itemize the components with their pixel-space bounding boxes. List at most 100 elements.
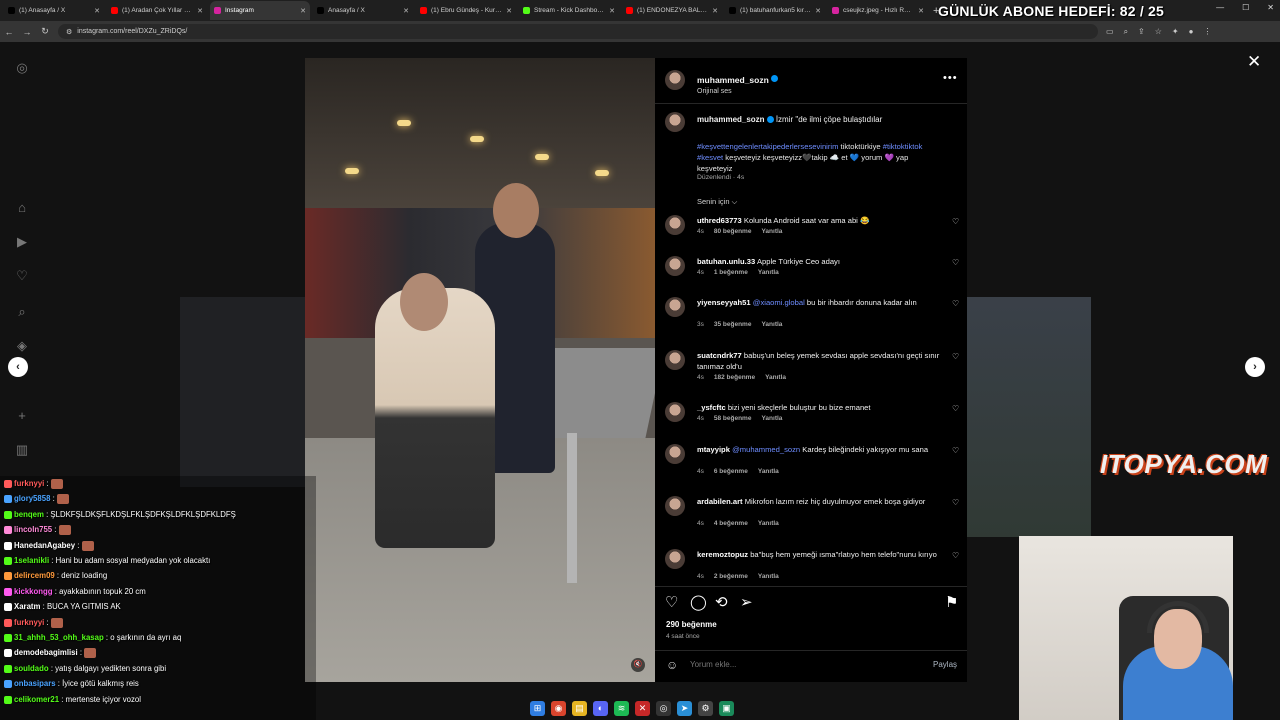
comment-heart-icon[interactable]: ♡ bbox=[952, 498, 959, 507]
comment-heart-icon[interactable]: ♡ bbox=[952, 217, 959, 226]
share-icon[interactable]: ⇪ bbox=[1138, 27, 1145, 37]
commenter-username[interactable]: yiyenseyyah51 bbox=[697, 298, 751, 307]
reel-video[interactable]: 🔇 bbox=[305, 58, 655, 682]
folder-icon[interactable]: ▤ bbox=[572, 700, 587, 716]
close-tab-icon[interactable]: ✕ bbox=[815, 7, 821, 15]
browser-tab[interactable]: Instagram ✕ bbox=[210, 1, 310, 20]
more-options-icon[interactable]: ••• bbox=[943, 72, 958, 84]
comment-mention[interactable]: @xiaomi.global bbox=[753, 298, 805, 307]
close-tab-icon[interactable]: ✕ bbox=[506, 7, 512, 15]
likes-count[interactable]: 290 beğenme bbox=[666, 620, 717, 629]
reply-button[interactable]: Yanıtla bbox=[761, 415, 782, 422]
reply-button[interactable]: Yanıtla bbox=[758, 520, 779, 527]
comment-heart-icon[interactable]: ♡ bbox=[952, 446, 959, 455]
maximize-icon[interactable]: ☐ bbox=[1242, 3, 1249, 12]
obs-icon[interactable]: ◎ bbox=[656, 700, 671, 716]
browser-tab[interactable]: Stream - Kick Dashboard ✕ bbox=[519, 1, 619, 20]
profile-icon[interactable]: ● bbox=[1189, 27, 1194, 37]
site-info-icon[interactable]: ⚙ bbox=[66, 28, 72, 36]
hashtag-link[interactable]: #keşvettengelenlertakipederlerseseviniri… bbox=[697, 142, 838, 151]
close-tab-icon[interactable]: ✕ bbox=[300, 7, 306, 15]
chrome-icon[interactable]: ◉ bbox=[551, 700, 566, 716]
chat-username[interactable]: glory5858 bbox=[14, 494, 50, 503]
comment-input[interactable] bbox=[690, 660, 910, 669]
reply-button[interactable]: Yanıtla bbox=[765, 374, 786, 381]
repost-icon[interactable]: ⟲ bbox=[715, 593, 728, 611]
chat-username[interactable]: souldado bbox=[14, 664, 49, 673]
commenter-avatar[interactable] bbox=[665, 496, 685, 516]
emoji-icon[interactable]: ☺ bbox=[666, 658, 678, 672]
extensions-icon[interactable]: ✦ bbox=[1172, 27, 1179, 37]
comment-heart-icon[interactable]: ♡ bbox=[952, 299, 959, 308]
comment-likes[interactable]: 80 beğenme bbox=[714, 228, 752, 235]
comment-sort-dropdown[interactable]: Senin için ⌵ bbox=[697, 197, 737, 207]
chat-username[interactable]: onbasipars bbox=[14, 679, 56, 688]
close-tab-icon[interactable]: ✕ bbox=[197, 7, 203, 15]
comment-likes[interactable]: 4 beğenme bbox=[714, 520, 748, 527]
commenter-username[interactable]: _ysfcftc bbox=[697, 403, 726, 412]
comment-likes[interactable]: 2 beğenme bbox=[714, 573, 748, 580]
chat-username[interactable]: delircem09 bbox=[14, 571, 55, 580]
close-icon[interactable]: ✕ bbox=[1247, 52, 1261, 72]
commenter-avatar[interactable] bbox=[665, 215, 685, 235]
caption-username[interactable]: muhammed_sozn bbox=[697, 115, 765, 124]
save-bookmark-icon[interactable]: ⚑ bbox=[945, 593, 958, 611]
chat-username[interactable]: celikomer21 bbox=[14, 695, 59, 704]
commenter-username[interactable]: mtayyipk bbox=[697, 445, 730, 454]
search-icon[interactable]: ⌕ bbox=[8, 304, 36, 320]
post-comment-button[interactable]: Paylaş bbox=[933, 660, 957, 669]
comment-icon[interactable]: ◯ bbox=[690, 593, 707, 611]
commenter-username[interactable]: batuhan.unlu.33 bbox=[697, 257, 755, 266]
commenter-avatar[interactable] bbox=[665, 549, 685, 569]
app2-icon[interactable]: ▣ bbox=[719, 700, 734, 716]
zoom-icon[interactable]: ⌕ bbox=[1124, 27, 1128, 37]
audio-label[interactable]: Orijinal ses bbox=[697, 88, 778, 95]
reload-icon[interactable]: ↻ bbox=[36, 26, 54, 37]
chat-username[interactable]: Xaratm bbox=[14, 602, 40, 611]
browser-tab[interactable]: (1) Aradan Çok Yıllar Geçti ✕ bbox=[107, 1, 207, 20]
commenter-username[interactable]: keremoztopuz bbox=[697, 550, 748, 559]
commenter-avatar[interactable] bbox=[665, 297, 685, 317]
comment-likes[interactable]: 1 beğenme bbox=[714, 269, 748, 276]
commenter-username[interactable]: ardabilen.art bbox=[697, 497, 743, 506]
minimize-icon[interactable]: — bbox=[1216, 3, 1224, 12]
browser-tab[interactable]: (1) ENDONEZYA BALİBU ✕ bbox=[622, 1, 722, 20]
mute-icon[interactable]: 🔇 bbox=[631, 658, 645, 672]
like-heart-icon[interactable]: ♡ bbox=[665, 593, 678, 611]
commenter-username[interactable]: uthred63773 bbox=[697, 216, 742, 225]
telegram-icon[interactable]: ➤ bbox=[677, 700, 692, 716]
chat-username[interactable]: demodebagimlisi bbox=[14, 648, 78, 657]
chat-username[interactable]: furknyyi bbox=[14, 618, 44, 627]
author-avatar[interactable] bbox=[665, 70, 685, 90]
send-icon[interactable]: ➢ bbox=[740, 593, 753, 611]
browser-tab[interactable]: cseujkz.jpeg - Hızlı Resim ✕ bbox=[828, 1, 928, 20]
commenter-avatar[interactable] bbox=[665, 402, 685, 422]
comment-heart-icon[interactable]: ♡ bbox=[952, 404, 959, 413]
instagram-logo-icon[interactable]: ◎ bbox=[8, 60, 36, 76]
more-menu-icon[interactable]: ▥ bbox=[8, 442, 36, 458]
comment-likes[interactable]: 182 beğenme bbox=[714, 374, 755, 381]
forward-icon[interactable]: → bbox=[18, 27, 36, 37]
bookmark-star-icon[interactable]: ☆ bbox=[1155, 27, 1162, 37]
browser-tab[interactable]: (1) Anasayfa / X ✕ bbox=[4, 1, 104, 20]
notifications-icon[interactable]: ♡ bbox=[8, 268, 36, 284]
discord-icon[interactable]: ◐ bbox=[593, 700, 608, 716]
next-arrow-icon[interactable]: › bbox=[1245, 357, 1265, 377]
close-tab-icon[interactable]: ✕ bbox=[712, 7, 718, 15]
close-window-icon[interactable]: ✕ bbox=[1267, 3, 1274, 12]
reply-button[interactable]: Yanıtla bbox=[761, 321, 782, 328]
author-username[interactable]: muhammed_sozn bbox=[697, 75, 769, 85]
browser-tab[interactable]: (1) Ebru Gündeş - Kurşun ✕ bbox=[416, 1, 516, 20]
cast-icon[interactable]: ▭ bbox=[1106, 27, 1114, 37]
commenter-avatar[interactable] bbox=[665, 444, 685, 464]
comment-mention[interactable]: @muhammed_sozn bbox=[732, 445, 800, 454]
comment-likes[interactable]: 6 beğenme bbox=[714, 468, 748, 475]
create-icon[interactable]: + bbox=[8, 408, 36, 423]
close-tab-icon[interactable]: ✕ bbox=[94, 7, 100, 15]
chat-username[interactable]: kickkongg bbox=[14, 587, 53, 596]
url-field[interactable]: ⚙ instagram.com/reel/DXZu_ZRiDQs/ bbox=[58, 24, 1098, 39]
comment-heart-icon[interactable]: ♡ bbox=[952, 352, 959, 361]
chat-username[interactable]: furknyyi bbox=[14, 479, 44, 488]
close-tab-icon[interactable]: ✕ bbox=[918, 7, 924, 15]
browser-tab[interactable]: Anasayfa / X ✕ bbox=[313, 1, 413, 20]
